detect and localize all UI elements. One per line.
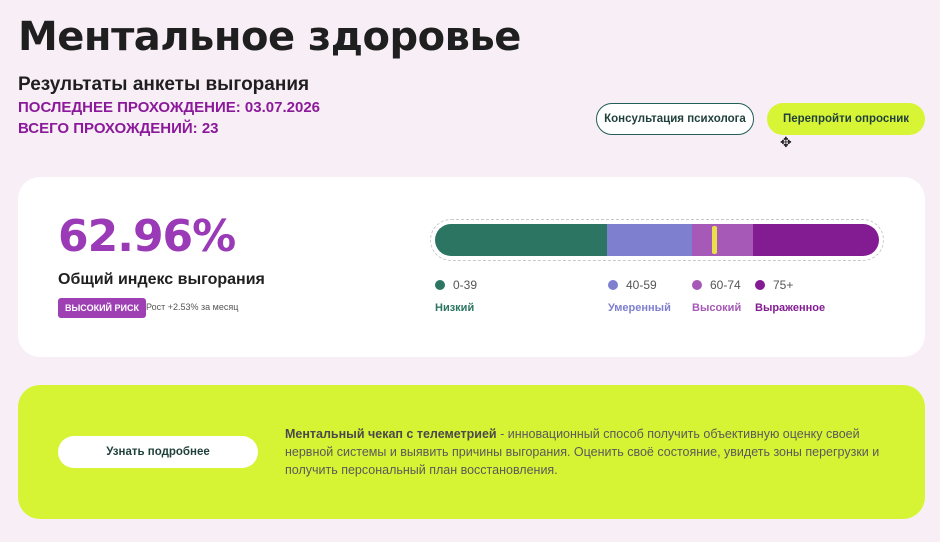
scale-segment-high <box>692 224 753 256</box>
page-title: Ментальное здоровье <box>18 14 521 60</box>
risk-badge: ВЫСОКИЙ РИСК <box>58 298 146 318</box>
learn-more-button[interactable]: Узнать подробнее <box>58 436 258 468</box>
total-passes-count: ВСЕГО ПРОХОЖДЕНИЙ: 23 <box>18 120 219 137</box>
current-value-marker <box>712 226 717 254</box>
move-cursor-icon: ✥ <box>780 135 792 151</box>
consult-psychologist-button[interactable]: Консультация психолога <box>596 103 754 135</box>
burnout-result-card: 62.96% Общий индекс выгорания ВЫСОКИЙ РИ… <box>18 177 925 357</box>
mental-checkup-banner: Узнать подробнее Ментальный чекап с теле… <box>18 385 925 519</box>
legend-range-high: 60-74 <box>710 278 741 292</box>
legend-range-low: 0-39 <box>453 278 478 292</box>
checkup-description: Ментальный чекап с телеметрией - инновац… <box>285 425 895 479</box>
growth-text: Рост +2.53% за месяц <box>146 302 239 312</box>
legend-dot-high <box>692 280 702 290</box>
legend-expressed: 75+ <box>755 278 793 292</box>
legend-dot-expressed <box>755 280 765 290</box>
retake-survey-button[interactable]: Перепройти опросник <box>767 103 925 135</box>
legend-name-low: Низкий <box>435 302 475 314</box>
legend-dot-moderate <box>608 280 618 290</box>
scale-segment-expressed <box>753 224 879 256</box>
legend-name-moderate: Умеренный <box>608 302 671 314</box>
scale-segment-low <box>435 224 607 256</box>
legend-range-expressed: 75+ <box>773 278 794 292</box>
survey-subtitle: Результаты анкеты выгорания <box>18 74 310 95</box>
legend-name-expressed: Выраженное <box>755 302 826 314</box>
legend-high: 60-74 <box>692 278 741 292</box>
legend-moderate: 40-59 <box>608 278 657 292</box>
burnout-index-label: Общий индекс выгорания <box>58 271 265 288</box>
checkup-title: Ментальный чекап с телеметрией <box>285 427 497 441</box>
scale-segment-moderate <box>607 224 692 256</box>
last-pass-date: ПОСЛЕДНЕЕ ПРОХОЖДЕНИЕ: 03.07.2026 <box>18 99 321 116</box>
legend-name-high: Высокий <box>692 302 742 314</box>
legend-low: 0-39 <box>435 278 477 292</box>
burnout-percent: 62.96% <box>58 211 236 262</box>
legend-dot-low <box>435 280 445 290</box>
legend-range-moderate: 40-59 <box>626 278 657 292</box>
burnout-scale-bar <box>435 224 879 256</box>
